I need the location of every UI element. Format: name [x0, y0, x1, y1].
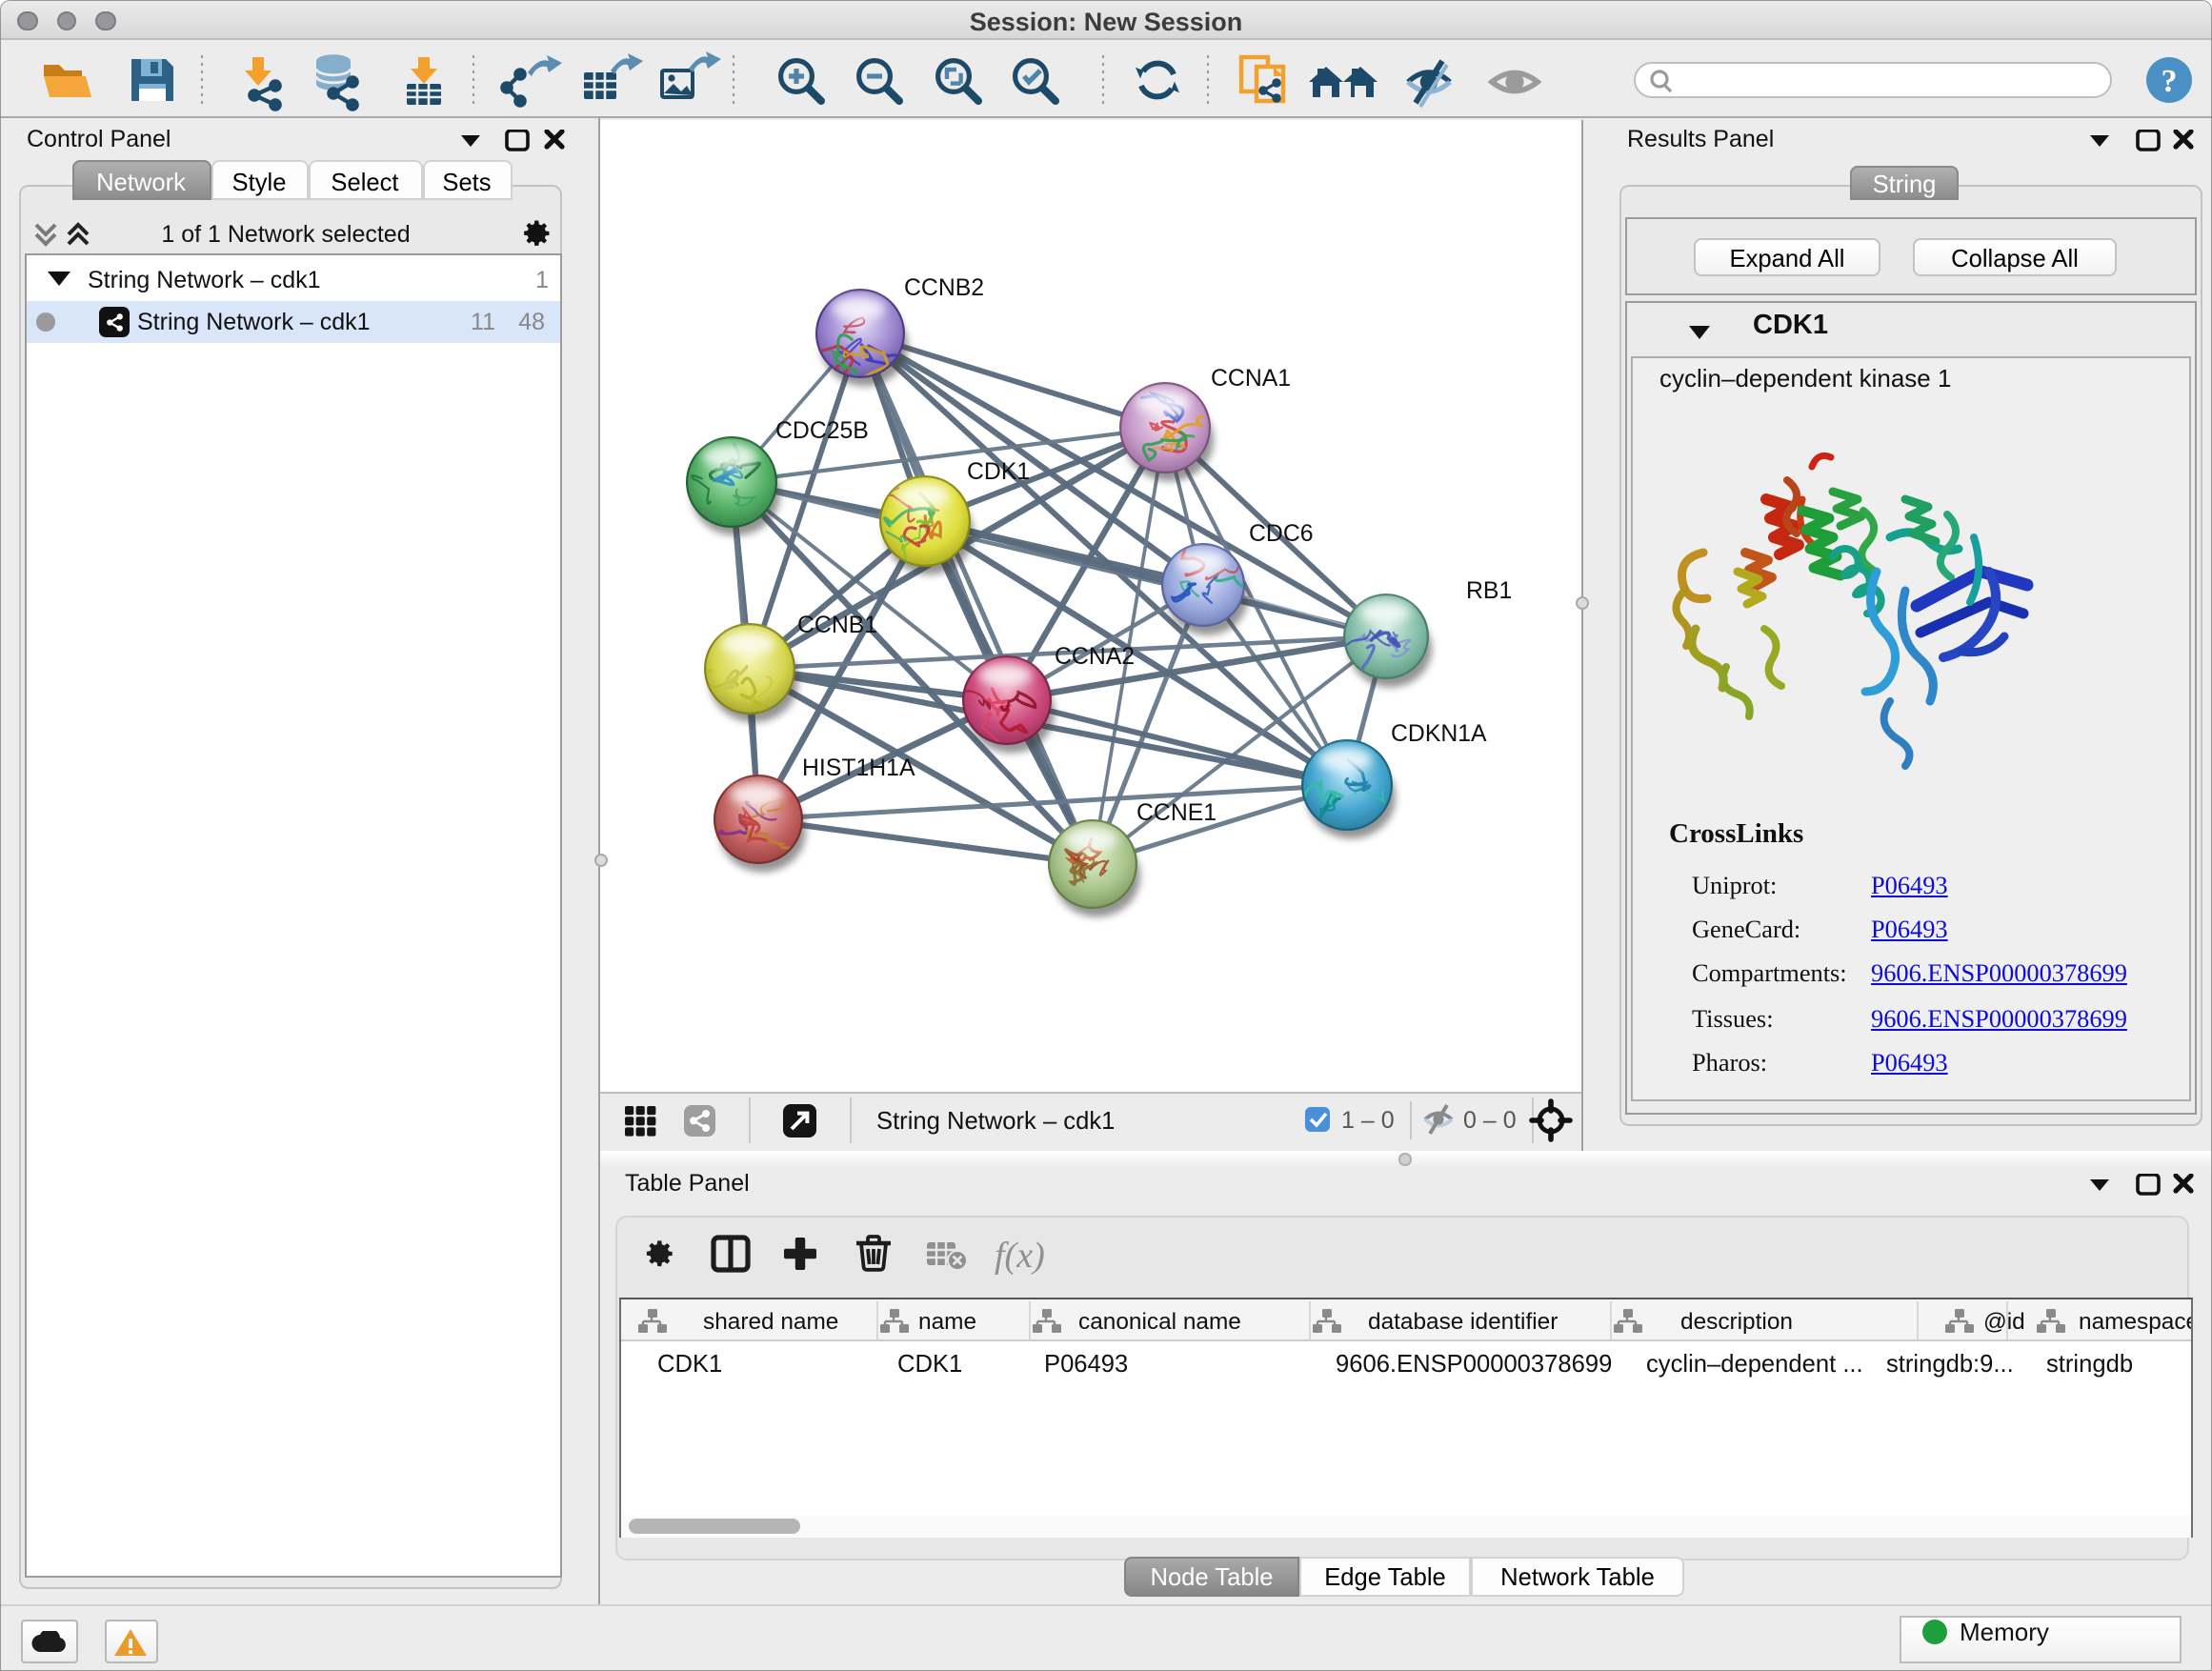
svg-text:0 – 0: 0 – 0 — [1463, 1107, 1517, 1134]
svg-text:canonical name: canonical name — [1078, 1308, 1241, 1334]
svg-text:?: ? — [2162, 64, 2178, 99]
svg-text:CDK1: CDK1 — [897, 1350, 962, 1377]
svg-text:String Network – cdk1: String Network – cdk1 — [876, 1108, 1115, 1135]
svg-text:CCNA1: CCNA1 — [1211, 365, 1291, 391]
svg-text:CDC25B: CDC25B — [775, 417, 869, 443]
svg-text:cyclin–dependent ...: cyclin–dependent ... — [1646, 1350, 1863, 1377]
svg-text:CDK1: CDK1 — [657, 1350, 722, 1377]
svg-text:RB1: RB1 — [1466, 577, 1512, 603]
svg-text:CCNA2: CCNA2 — [1055, 643, 1135, 669]
svg-text:P06493: P06493 — [1044, 1350, 1128, 1377]
svg-text:CDK1: CDK1 — [967, 458, 1030, 484]
svg-text:database identifier: database identifier — [1368, 1308, 1558, 1334]
svg-text:stringdb: stringdb — [2046, 1350, 2133, 1377]
svg-text:CCNB2: CCNB2 — [904, 274, 984, 300]
svg-text:CCNE1: CCNE1 — [1136, 799, 1217, 825]
svg-text:namespace: namespace — [2079, 1308, 2191, 1334]
svg-text:name: name — [918, 1308, 976, 1334]
svg-text:@id: @id — [1983, 1308, 2025, 1334]
svg-text:f(x): f(x) — [995, 1236, 1045, 1276]
svg-text:1 – 0: 1 – 0 — [1341, 1107, 1395, 1134]
svg-text:shared name: shared name — [703, 1308, 838, 1334]
svg-text:CDKN1A: CDKN1A — [1391, 720, 1487, 746]
svg-text:HIST1H1A: HIST1H1A — [802, 755, 915, 780]
svg-text:CDC6: CDC6 — [1249, 520, 1314, 546]
svg-text:stringdb:9...: stringdb:9... — [1886, 1350, 2014, 1377]
svg-text:9606.ENSP00000378699: 9606.ENSP00000378699 — [1336, 1350, 1612, 1377]
svg-text:description: description — [1680, 1308, 1793, 1334]
svg-text:CCNB1: CCNB1 — [797, 612, 877, 637]
